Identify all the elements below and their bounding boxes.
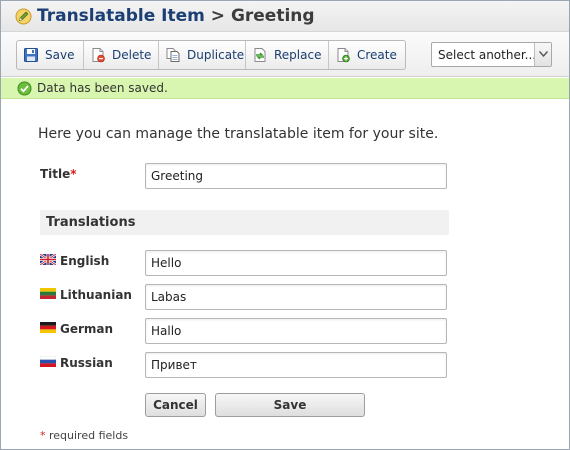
window-frame: Translatable Item > Greeting Save Delete…	[0, 0, 570, 450]
duplicate-label: Duplicate	[187, 48, 245, 62]
create-button[interactable]: Create	[329, 41, 405, 69]
lithuania-flag-icon	[40, 288, 56, 299]
russian-label: Russian	[60, 356, 113, 370]
dropdown-arrow[interactable]	[534, 43, 551, 66]
check-circle-icon	[17, 81, 32, 96]
page-delete-icon	[92, 48, 105, 63]
uk-flag-icon	[40, 254, 56, 265]
cancel-button[interactable]: Cancel	[145, 393, 206, 417]
chevron-down-icon	[539, 51, 548, 57]
page-add-icon	[337, 48, 350, 63]
select-another-dropdown[interactable]: Select another...	[431, 42, 552, 67]
translations-section-header: Translations	[40, 210, 449, 235]
lithuanian-translation-input[interactable]	[145, 284, 447, 310]
status-message-bar: Data has been saved.	[1, 78, 569, 99]
lithuanian-label: Lithuanian	[60, 288, 132, 302]
english-label: English	[60, 254, 110, 268]
required-asterisk: *	[70, 167, 77, 181]
item-name: Greeting	[230, 6, 315, 26]
required-fields-note: * required fields	[40, 429, 128, 442]
german-translation-input[interactable]	[145, 318, 447, 344]
translations-heading: Translations	[46, 215, 136, 230]
save-toolbar-button[interactable]: Save	[17, 41, 84, 69]
action-button-group: Save Delete Duplicate Replace Create	[16, 40, 406, 70]
russia-flag-icon	[40, 356, 56, 367]
duplicate-button[interactable]: Duplicate	[159, 41, 246, 69]
create-label: Create	[357, 48, 397, 62]
page-title: Translatable Item > Greeting	[37, 6, 315, 26]
title-label-text: Title	[40, 167, 71, 181]
english-translation-input[interactable]	[145, 250, 447, 276]
replace-button[interactable]: Replace	[246, 41, 329, 69]
germany-flag-icon	[40, 322, 56, 333]
replace-label: Replace	[274, 48, 322, 62]
footnote-asterisk: *	[40, 429, 46, 442]
status-message: Data has been saved.	[37, 81, 168, 95]
title-label: Title*	[40, 167, 77, 181]
delete-label: Delete	[112, 48, 152, 62]
pencil-circle-icon	[15, 8, 32, 25]
save-button[interactable]: Save	[215, 393, 365, 417]
page-header: Translatable Item > Greeting	[1, 1, 569, 32]
save-toolbar-label: Save	[45, 48, 75, 62]
page-replace-icon	[254, 48, 266, 62]
select-value: Select another...	[438, 48, 537, 62]
delete-button[interactable]: Delete	[84, 41, 159, 69]
german-label: German	[60, 322, 114, 336]
intro-text: Here you can manage the translatable ite…	[38, 126, 439, 142]
footnote-text: required fields	[49, 429, 129, 442]
title-input[interactable]	[145, 163, 447, 189]
russian-translation-input[interactable]	[145, 352, 447, 378]
page-copy-icon	[166, 48, 180, 62]
title-text: Translatable Item	[37, 6, 205, 26]
title-separator: >	[210, 6, 226, 26]
floppy-disk-icon	[24, 48, 38, 62]
toolbar: Save Delete Duplicate Replace Create Sel…	[1, 32, 569, 77]
